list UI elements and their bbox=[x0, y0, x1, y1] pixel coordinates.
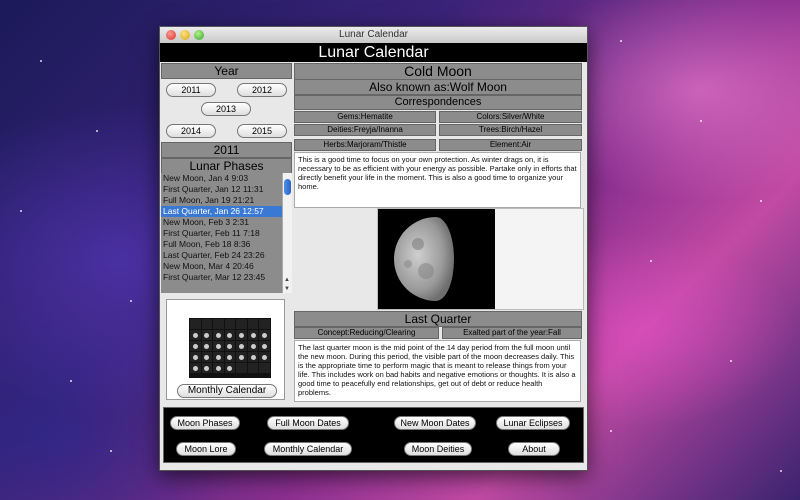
year-button-2014[interactable]: 2014 bbox=[166, 124, 216, 138]
year-header: Year bbox=[161, 63, 292, 79]
list-item-selected[interactable]: Last Quarter, Jan 26 12:57 bbox=[161, 206, 282, 217]
phases-scrollbar[interactable]: ▲ ▼ bbox=[282, 173, 292, 293]
list-item[interactable]: Full Moon, Feb 18 8:36 bbox=[161, 239, 282, 250]
lunar-eclipses-button[interactable]: Lunar Eclipses bbox=[496, 416, 570, 430]
year-button-2011[interactable]: 2011 bbox=[166, 83, 216, 97]
monthly-calendar-nav-button[interactable]: Monthly Calendar bbox=[264, 442, 352, 456]
phase-title: Last Quarter bbox=[294, 311, 582, 327]
moon-phases-button[interactable]: Moon Phases bbox=[170, 416, 240, 430]
trees-field: Trees:Birch/Hazel bbox=[439, 124, 582, 136]
moon-phase-image-frame bbox=[377, 208, 584, 310]
gems-field: Gems:Hematite bbox=[294, 111, 436, 123]
list-item[interactable]: Last Quarter, Feb 24 23:26 bbox=[161, 250, 282, 261]
zoom-window-button[interactable] bbox=[194, 30, 204, 40]
list-item[interactable]: Full Moon, Jan 19 21:21 bbox=[161, 195, 282, 206]
year-button-2013[interactable]: 2013 bbox=[201, 102, 251, 116]
list-item[interactable]: New Moon, Jan 4 9:03 bbox=[161, 173, 282, 184]
new-moon-dates-button[interactable]: New Moon Dates bbox=[394, 416, 476, 430]
lunar-phases-list[interactable]: New Moon, Jan 4 9:03 First Quarter, Jan … bbox=[161, 173, 282, 293]
moon-phase-image bbox=[378, 209, 495, 309]
monthly-calendar-button[interactable]: Monthly Calendar bbox=[177, 384, 277, 398]
element-field: Element:Air bbox=[439, 139, 582, 151]
year-button-2015[interactable]: 2015 bbox=[237, 124, 287, 138]
moon-description: This is a good time to focus on your own… bbox=[294, 152, 581, 208]
app-window: Lunar Calendar Lunar Calendar Year 2011 … bbox=[159, 26, 588, 471]
correspondences-header: Correspondences bbox=[294, 95, 582, 110]
moon-deities-button[interactable]: Moon Deities bbox=[404, 442, 472, 456]
scroll-up-arrow-icon[interactable]: ▲ bbox=[284, 277, 290, 283]
title-bar[interactable]: Lunar Calendar bbox=[160, 27, 587, 44]
year-button-2012[interactable]: 2012 bbox=[237, 83, 287, 97]
list-item[interactable]: First Quarter, Jan 12 11:31 bbox=[161, 184, 282, 195]
last-quarter-moon-icon bbox=[394, 217, 454, 301]
selected-year-label: 2011 bbox=[161, 142, 292, 158]
app-banner: Lunar Calendar bbox=[160, 43, 587, 62]
close-window-button[interactable] bbox=[166, 30, 176, 40]
moon-lore-button[interactable]: Moon Lore bbox=[176, 442, 236, 456]
calendar-thumbnail-icon bbox=[189, 318, 271, 378]
full-moon-dates-button[interactable]: Full Moon Dates bbox=[267, 416, 349, 430]
minimize-window-button[interactable] bbox=[180, 30, 190, 40]
exalted-field: Exalted part of the year:Fall bbox=[442, 327, 582, 339]
moon-name: Cold Moon bbox=[294, 63, 582, 80]
moon-aka: Also known as:Wolf Moon bbox=[294, 79, 582, 95]
list-item[interactable]: New Moon, Mar 4 20:46 bbox=[161, 261, 282, 272]
list-item[interactable]: First Quarter, Mar 12 23:45 bbox=[161, 272, 282, 283]
colors-field: Colors:Silver/White bbox=[439, 111, 582, 123]
about-button[interactable]: About bbox=[508, 442, 560, 456]
deities-field: Deities:Freyja/Inanna bbox=[294, 124, 436, 136]
navigation-panel: Moon Phases Full Moon Dates New Moon Dat… bbox=[163, 407, 584, 463]
concept-field: Concept:Reducing/Clearing bbox=[294, 327, 439, 339]
list-item[interactable]: First Quarter, Feb 11 7:18 bbox=[161, 228, 282, 239]
scrollbar-thumb[interactable] bbox=[284, 179, 291, 195]
phase-description: The last quarter moon is the mid point o… bbox=[294, 340, 581, 402]
herbs-field: Herbs:Marjoram/Thistle bbox=[294, 139, 436, 151]
window-title: Lunar Calendar bbox=[339, 29, 408, 40]
lunar-phases-header: Lunar Phases bbox=[161, 158, 292, 174]
monthly-calendar-preview[interactable]: Monthly Calendar bbox=[166, 299, 285, 400]
list-item[interactable]: New Moon, Feb 3 2:31 bbox=[161, 217, 282, 228]
scroll-down-arrow-icon[interactable]: ▼ bbox=[284, 286, 290, 292]
